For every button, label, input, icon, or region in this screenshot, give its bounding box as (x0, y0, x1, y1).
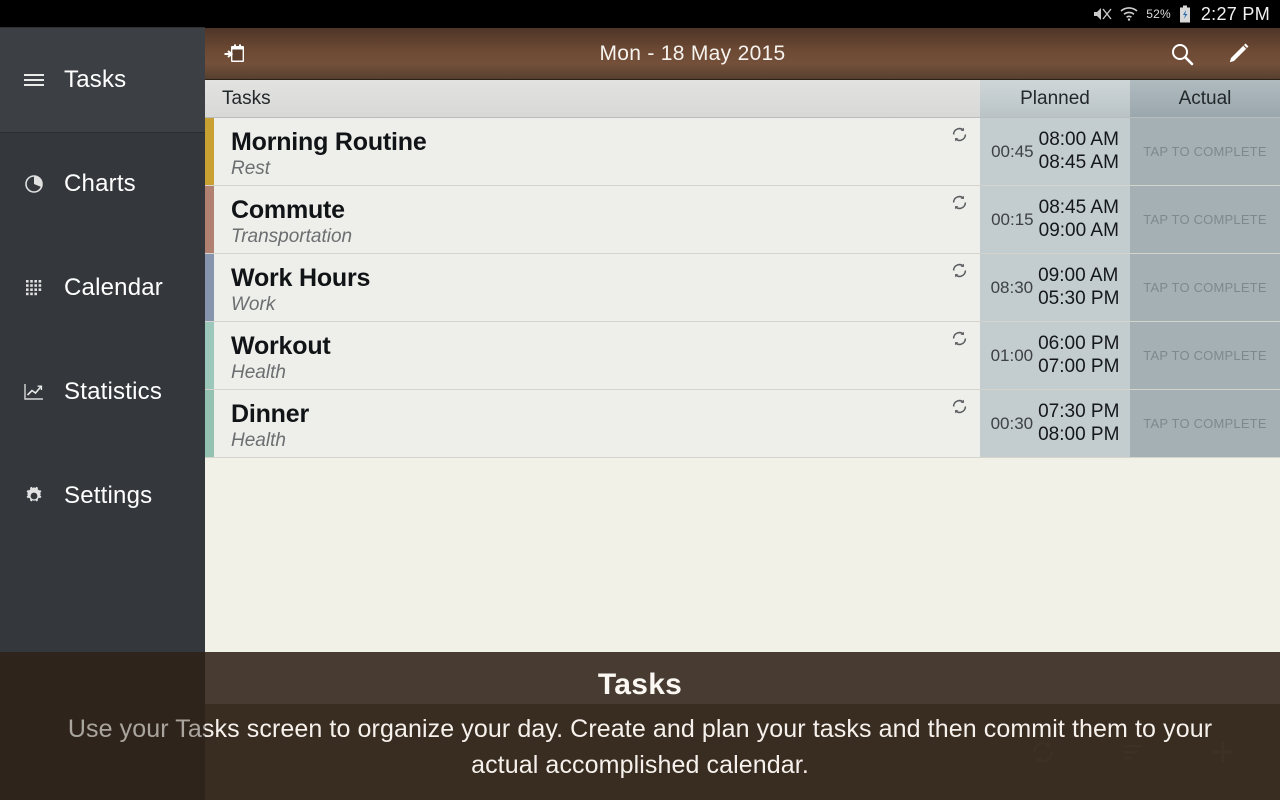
jump-to-date-button[interactable] (205, 40, 265, 68)
task-duration: 01:00 (990, 345, 1034, 365)
task-planned-cell[interactable]: 00:15 08:45 AM 09:00 AM (980, 186, 1130, 253)
battery-percent-label: 52% (1146, 7, 1171, 21)
task-row[interactable]: Workout Health 01:00 06:00 PM 07:00 PM TAP TO… (205, 322, 1280, 390)
task-planned-cell[interactable]: 00:30 07:30 PM 08:00 PM (980, 390, 1130, 457)
task-row[interactable]: Morning Routine Rest 00:45 08:00 AM 08:45 AM… (205, 118, 1280, 186)
battery-charging-icon (1179, 5, 1191, 23)
task-title: Commute (231, 195, 345, 224)
mute-icon (1092, 6, 1112, 22)
calendar-jump-icon (221, 40, 249, 68)
task-end-time: 05:30 PM (1038, 287, 1120, 309)
task-duration: 00:45 (991, 141, 1034, 161)
sidebar-item-statistics[interactable]: Statistics (0, 340, 205, 444)
task-info[interactable]: Work Hours Work (214, 254, 980, 321)
pencil-edit-icon[interactable] (1224, 40, 1252, 68)
task-duration: 00:15 (991, 209, 1034, 229)
task-actual-cell[interactable]: TAP TO COMPLETE (1130, 254, 1280, 321)
task-title: Workout (231, 331, 331, 360)
task-title: Work Hours (231, 263, 371, 292)
task-end-time: 07:00 PM (1038, 355, 1120, 377)
task-category: Rest (231, 157, 271, 179)
task-category: Health (231, 361, 286, 383)
task-actual-cell[interactable]: TAP TO COMPLETE (1130, 118, 1280, 185)
task-duration: 08:30 (990, 277, 1034, 297)
app-screen: 52% 2:27 PM Tasks Charts Calendar Statis… (0, 0, 1280, 800)
task-row[interactable]: Commute Transportation 00:15 08:45 AM 09:00 … (205, 186, 1280, 254)
task-planned-cell[interactable]: 08:30 09:00 AM 05:30 PM (980, 254, 1130, 321)
sidebar-item-label: Charts (64, 170, 136, 197)
sidebar-item-charts[interactable]: Charts (0, 132, 205, 236)
app-title-bar: Mon - 18 May 2015 (205, 28, 1280, 80)
sidebar-item-label: Statistics (64, 378, 163, 405)
task-row[interactable]: Dinner Health 00:30 07:30 PM 08:00 PM TAP TO … (205, 390, 1280, 458)
sidebar-item-label: Tasks (64, 66, 127, 93)
sync-icon[interactable] (1028, 737, 1058, 767)
add-task-icon[interactable] (1208, 737, 1238, 767)
task-start-time: 08:00 AM (1038, 129, 1119, 151)
page-title: Mon - 18 May 2015 (599, 41, 786, 65)
task-category: Health (231, 429, 286, 451)
task-category-color-bar (205, 254, 214, 321)
task-end-time: 08:45 AM (1038, 151, 1119, 173)
task-category-color-bar (205, 118, 214, 185)
main-content-panel: Mon - 18 May 2015 Tasks Planned Actual M… (205, 28, 1280, 800)
gear-icon (22, 484, 46, 508)
task-info[interactable]: Commute Transportation (214, 186, 980, 253)
task-list: Morning Routine Rest 00:45 08:00 AM 08:45 AM… (205, 118, 1280, 458)
repeat-icon[interactable] (950, 261, 968, 279)
task-row[interactable]: Work Hours Work 08:30 09:00 AM 05:30 PM TAP T… (205, 254, 1280, 322)
task-category: Work (231, 293, 276, 315)
repeat-icon[interactable] (950, 329, 968, 347)
task-duration: 00:30 (990, 413, 1034, 433)
column-header-planned[interactable]: Planned (980, 80, 1130, 117)
task-category-color-bar (205, 390, 214, 457)
pie-chart-icon (22, 172, 46, 196)
task-category: Transportation (231, 225, 353, 247)
sidebar-item-calendar[interactable]: Calendar (0, 236, 205, 340)
bottom-action-bar (205, 704, 1280, 800)
task-category-color-bar (205, 186, 214, 253)
sidebar-item-label: Settings (64, 482, 153, 509)
task-actual-cell[interactable]: TAP TO COMPLETE (1130, 186, 1280, 253)
line-chart-icon (22, 380, 46, 404)
task-start-time: 06:00 PM (1038, 333, 1120, 355)
task-title: Dinner (231, 399, 309, 428)
task-info[interactable]: Dinner Health (214, 390, 980, 457)
repeat-icon[interactable] (950, 397, 968, 415)
search-icon[interactable] (1168, 40, 1196, 68)
task-info[interactable]: Workout Health (214, 322, 980, 389)
wifi-icon (1120, 6, 1138, 22)
sidebar-item-label: Calendar (64, 274, 163, 301)
task-actual-cell[interactable]: TAP TO COMPLETE (1130, 322, 1280, 389)
task-title: Morning Routine (231, 127, 427, 156)
repeat-icon[interactable] (950, 125, 968, 143)
sort-icon[interactable] (1118, 737, 1148, 767)
task-end-time: 08:00 PM (1038, 423, 1120, 445)
task-end-time: 09:00 AM (1038, 219, 1119, 241)
sidebar-item-tasks[interactable]: Tasks (0, 28, 205, 132)
task-planned-cell[interactable]: 01:00 06:00 PM 07:00 PM (980, 322, 1130, 389)
column-header-actual[interactable]: Actual (1130, 80, 1280, 117)
task-start-time: 07:30 PM (1038, 401, 1120, 423)
task-info[interactable]: Morning Routine Rest (214, 118, 980, 185)
status-clock: 2:27 PM (1200, 3, 1270, 24)
repeat-icon[interactable] (950, 193, 968, 211)
task-actual-cell[interactable]: TAP TO COMPLETE (1130, 390, 1280, 457)
column-header-row: Tasks Planned Actual (205, 80, 1280, 118)
column-header-tasks[interactable]: Tasks (205, 80, 980, 117)
sidebar-item-settings[interactable]: Settings (0, 444, 205, 548)
task-planned-cell[interactable]: 00:45 08:00 AM 08:45 AM (980, 118, 1130, 185)
android-status-bar: 52% 2:27 PM (0, 0, 1280, 28)
task-start-time: 08:45 AM (1038, 197, 1119, 219)
task-start-time: 09:00 AM (1038, 265, 1119, 287)
navigation-sidebar: Tasks Charts Calendar Statistics Setting… (0, 28, 205, 800)
hamburger-menu-icon (22, 68, 46, 92)
task-category-color-bar (205, 322, 214, 389)
calendar-grid-icon (22, 276, 46, 300)
